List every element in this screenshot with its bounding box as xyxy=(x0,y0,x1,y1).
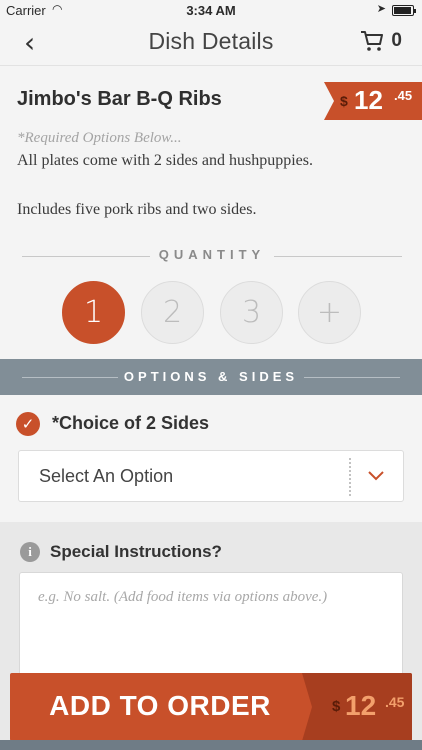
quantity-more-button[interactable]: + xyxy=(298,281,361,344)
side-select[interactable]: Select An Option xyxy=(18,450,404,502)
add-to-order-button[interactable]: ADD TO ORDER $ 12 .45 xyxy=(10,673,412,741)
quantity-header: QUANTITY xyxy=(22,246,402,266)
dish-description-2: Includes five pork ribs and two sides. xyxy=(17,201,257,218)
options-header: OPTIONS & SIDES xyxy=(0,359,422,395)
price-tag: $ 12 .45 xyxy=(324,82,422,120)
page-title: Dish Details xyxy=(148,28,274,54)
location-icon: ➤ xyxy=(376,3,386,15)
price-cents: .45 xyxy=(394,88,413,103)
cart-count[interactable]: 0 xyxy=(391,30,402,52)
divider xyxy=(274,256,402,257)
divider xyxy=(349,458,351,496)
navigation-bar: ‹ Dish Details 0 xyxy=(0,22,422,66)
required-note: *Required Options Below... xyxy=(17,130,182,146)
quantity-option-3[interactable]: 3 xyxy=(220,281,283,344)
cart-icon[interactable] xyxy=(360,29,384,53)
info-icon: i xyxy=(20,542,40,562)
add-to-order-label: ADD TO ORDER xyxy=(49,690,271,721)
options-section: ✓ *Choice of 2 Sides Select An Option xyxy=(0,395,422,522)
special-instructions-title: Special Instructions? xyxy=(50,542,222,561)
checkmark-icon: ✓ xyxy=(16,412,40,436)
total-dollars: 12 xyxy=(345,690,377,721)
divider xyxy=(304,377,400,378)
status-bar: Carrier ◠ 3:34 AM ➤ xyxy=(0,0,422,22)
battery-icon xyxy=(392,5,416,16)
dish-name: Jimbo's Bar B-Q Ribs xyxy=(17,88,222,110)
quantity-option-2[interactable]: 2 xyxy=(141,281,204,344)
total-cents: .45 xyxy=(385,694,405,710)
order-total: $ 12 .45 xyxy=(302,673,412,741)
status-time: 3:34 AM xyxy=(186,3,236,18)
option-group-title: *Choice of 2 Sides xyxy=(52,413,210,433)
dish-description: All plates come with 2 sides and hushpup… xyxy=(17,152,313,169)
quantity-label: QUANTITY xyxy=(158,247,266,262)
quantity-option-1[interactable]: 1 xyxy=(62,281,125,344)
bottom-bar xyxy=(0,740,422,750)
chevron-down-icon xyxy=(368,471,384,481)
select-value: Select An Option xyxy=(39,466,174,486)
price-currency: $ xyxy=(340,93,348,109)
price-dollars: 12 xyxy=(354,85,383,115)
total-currency: $ xyxy=(332,698,341,715)
